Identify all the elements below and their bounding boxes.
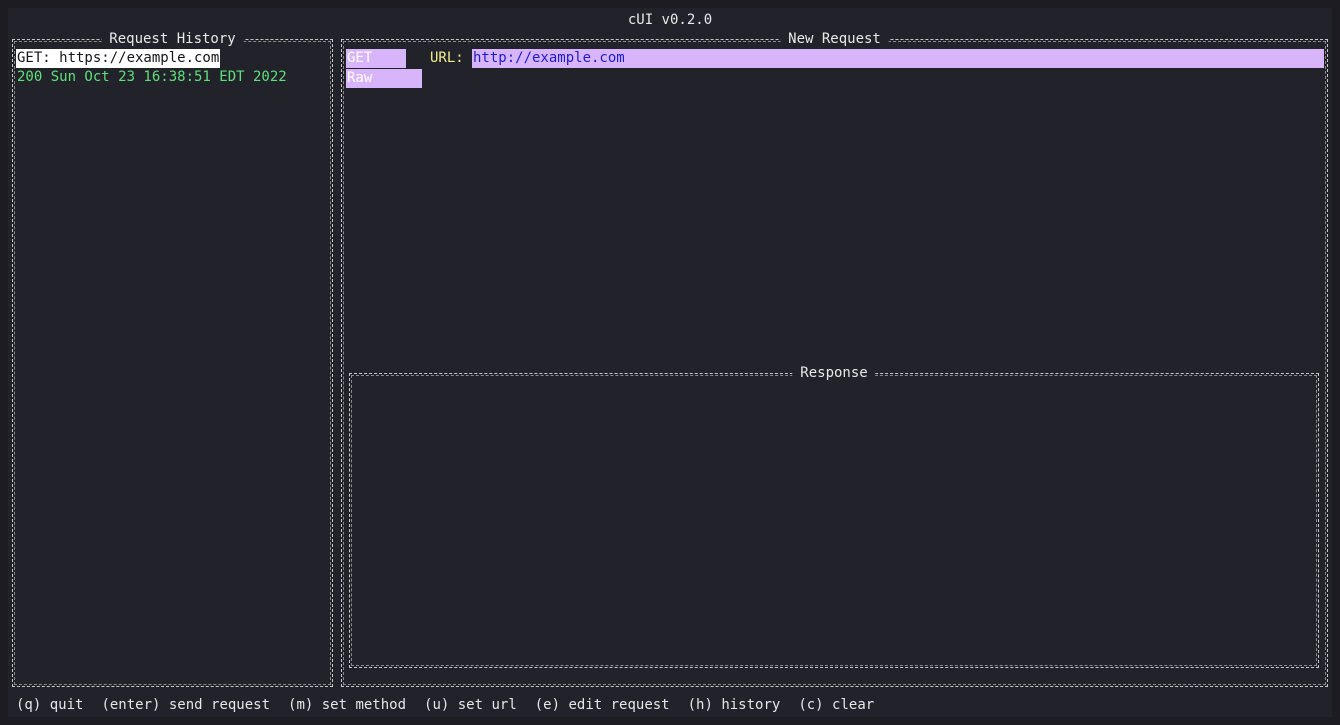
new-request-pane: New Request GET Raw URL: http://example.… [341, 29, 1328, 687]
history-item-status: 200 Sun Oct 23 16:38:51 EDT 2022 [17, 69, 287, 85]
shortcut-edit-request[interactable]: (e) edit request [535, 697, 670, 713]
url-input[interactable]: http://example.com [472, 49, 1324, 68]
shortcut-bar: (q) quit (enter) send request (m) set meth… [16, 695, 892, 715]
new-request-title: New Request [780, 29, 889, 49]
shortcut-set-method[interactable]: (m) set method [288, 697, 406, 713]
shortcut-clear[interactable]: (c) clear [798, 697, 874, 713]
history-item-title[interactable]: GET: https://example.com [16, 49, 221, 68]
response-title: Response [792, 363, 876, 383]
shortcut-history[interactable]: (h) history [688, 697, 781, 713]
url-label: URL: [430, 50, 464, 66]
shortcut-send-request[interactable]: (enter) send request [101, 697, 270, 713]
shortcut-set-url[interactable]: (u) set url [424, 697, 517, 713]
response-pane: Response [349, 363, 1319, 668]
request-history-title: Request History [101, 29, 244, 49]
request-history-pane: Request History GET: https://example.com… [12, 29, 333, 687]
format-selector[interactable]: Raw [346, 69, 422, 88]
history-list: GET: https://example.com 200 Sun Oct 23 … [16, 49, 287, 87]
app-title: cUI v0.2.0 [627, 12, 713, 28]
shortcut-quit[interactable]: (q) quit [16, 697, 83, 713]
history-item[interactable]: GET: https://example.com 200 Sun Oct 23 … [16, 49, 287, 87]
terminal-window: cUI v0.2.0 Request History GET: https://… [8, 8, 1332, 717]
method-selector[interactable]: GET [346, 49, 406, 68]
